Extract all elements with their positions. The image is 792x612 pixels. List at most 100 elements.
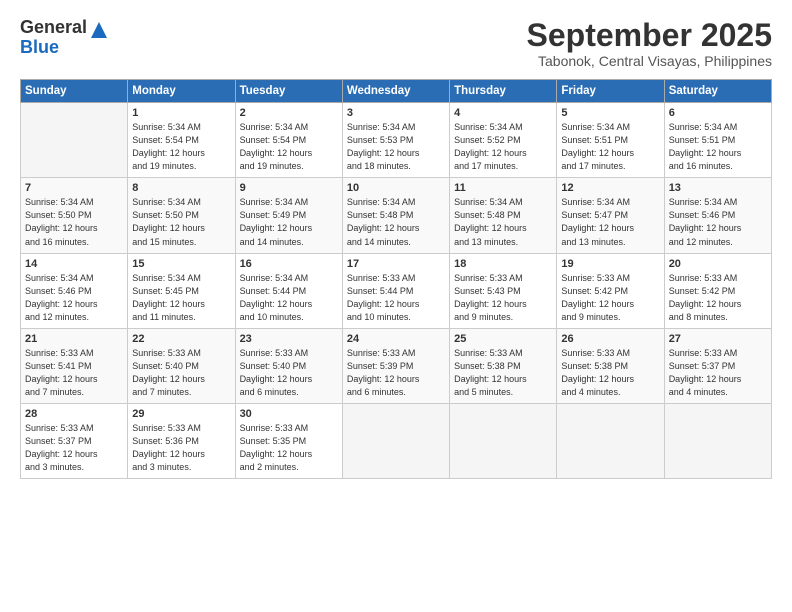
day-info: Sunrise: 5:34 AMSunset: 5:51 PMDaylight:… [669, 121, 767, 173]
header-sunday: Sunday [21, 80, 128, 103]
day-info: Sunrise: 5:33 AMSunset: 5:38 PMDaylight:… [561, 347, 659, 399]
location: Tabonok, Central Visayas, Philippines [527, 53, 772, 69]
calendar-cell: 13 Sunrise: 5:34 AMSunset: 5:46 PMDayligh… [664, 178, 771, 253]
calendar-cell: 21 Sunrise: 5:33 AMSunset: 5:41 PMDayligh… [21, 328, 128, 403]
day-number: 19 [561, 258, 659, 270]
logo-general: General [20, 18, 87, 38]
calendar-cell: 27 Sunrise: 5:33 AMSunset: 5:37 PMDayligh… [664, 328, 771, 403]
calendar-cell: 24 Sunrise: 5:33 AMSunset: 5:39 PMDayligh… [342, 328, 449, 403]
calendar-cell: 3 Sunrise: 5:34 AMSunset: 5:53 PMDaylight… [342, 103, 449, 178]
day-info: Sunrise: 5:34 AMSunset: 5:46 PMDaylight:… [25, 272, 123, 324]
day-info: Sunrise: 5:34 AMSunset: 5:50 PMDaylight:… [25, 196, 123, 248]
calendar-cell: 12 Sunrise: 5:34 AMSunset: 5:47 PMDayligh… [557, 178, 664, 253]
title-block: September 2025 Tabonok, Central Visayas,… [527, 18, 772, 69]
day-info: Sunrise: 5:33 AMSunset: 5:41 PMDaylight:… [25, 347, 123, 399]
day-info: Sunrise: 5:33 AMSunset: 5:40 PMDaylight:… [132, 347, 230, 399]
day-number: 13 [669, 182, 767, 194]
day-info: Sunrise: 5:34 AMSunset: 5:54 PMDaylight:… [240, 121, 338, 173]
day-info: Sunrise: 5:33 AMSunset: 5:36 PMDaylight:… [132, 422, 230, 474]
day-number: 10 [347, 182, 445, 194]
calendar-cell: 29 Sunrise: 5:33 AMSunset: 5:36 PMDayligh… [128, 403, 235, 478]
calendar-cell: 14 Sunrise: 5:34 AMSunset: 5:46 PMDayligh… [21, 253, 128, 328]
day-number: 18 [454, 258, 552, 270]
day-number: 4 [454, 107, 552, 119]
calendar-cell: 8 Sunrise: 5:34 AMSunset: 5:50 PMDaylight… [128, 178, 235, 253]
day-info: Sunrise: 5:33 AMSunset: 5:39 PMDaylight:… [347, 347, 445, 399]
day-info: Sunrise: 5:34 AMSunset: 5:51 PMDaylight:… [561, 121, 659, 173]
calendar-header-row: SundayMondayTuesdayWednesdayThursdayFrid… [21, 80, 772, 103]
day-info: Sunrise: 5:33 AMSunset: 5:37 PMDaylight:… [669, 347, 767, 399]
calendar-cell: 7 Sunrise: 5:34 AMSunset: 5:50 PMDaylight… [21, 178, 128, 253]
day-info: Sunrise: 5:33 AMSunset: 5:44 PMDaylight:… [347, 272, 445, 324]
logo-icon [89, 20, 109, 40]
day-number: 17 [347, 258, 445, 270]
day-info: Sunrise: 5:34 AMSunset: 5:44 PMDaylight:… [240, 272, 338, 324]
calendar-cell: 1Sunrise: 5:34 AMSunset: 5:54 PMDaylight… [128, 103, 235, 178]
calendar-cell [557, 403, 664, 478]
calendar-cell: 16 Sunrise: 5:34 AMSunset: 5:44 PMDayligh… [235, 253, 342, 328]
day-number: 24 [347, 333, 445, 345]
day-number: 20 [669, 258, 767, 270]
day-number: 29 [132, 408, 230, 420]
header-monday: Monday [128, 80, 235, 103]
calendar-cell: 9Sunrise: 5:34 AMSunset: 5:49 PMDaylight… [235, 178, 342, 253]
logo: General Blue [20, 18, 109, 58]
day-info: Sunrise: 5:34 AMSunset: 5:48 PMDaylight:… [347, 196, 445, 248]
day-number: 6 [669, 107, 767, 119]
header-tuesday: Tuesday [235, 80, 342, 103]
calendar-week-5: 28 Sunrise: 5:33 AMSunset: 5:37 PMDayligh… [21, 403, 772, 478]
calendar-cell: 18 Sunrise: 5:33 AMSunset: 5:43 PMDayligh… [450, 253, 557, 328]
header-thursday: Thursday [450, 80, 557, 103]
calendar-cell [664, 403, 771, 478]
day-number: 26 [561, 333, 659, 345]
page-header: General Blue September 2025 Tabonok, Cen… [20, 18, 772, 69]
day-number: 23 [240, 333, 338, 345]
day-info: Sunrise: 5:33 AMSunset: 5:43 PMDaylight:… [454, 272, 552, 324]
day-number: 11 [454, 182, 552, 194]
calendar-cell: 6 Sunrise: 5:34 AMSunset: 5:51 PMDaylight… [664, 103, 771, 178]
day-number: 12 [561, 182, 659, 194]
day-number: 7 [25, 182, 123, 194]
day-number: 28 [25, 408, 123, 420]
calendar-week-3: 14 Sunrise: 5:34 AMSunset: 5:46 PMDayligh… [21, 253, 772, 328]
calendar-cell: 11Sunrise: 5:34 AMSunset: 5:48 PMDayligh… [450, 178, 557, 253]
day-info: Sunrise: 5:34 AMSunset: 5:50 PMDaylight:… [132, 196, 230, 248]
calendar-cell: 10 Sunrise: 5:34 AMSunset: 5:48 PMDayligh… [342, 178, 449, 253]
calendar-table: SundayMondayTuesdayWednesdayThursdayFrid… [20, 79, 772, 479]
calendar-cell: 15Sunrise: 5:34 AMSunset: 5:45 PMDayligh… [128, 253, 235, 328]
calendar-cell: 22Sunrise: 5:33 AMSunset: 5:40 PMDayligh… [128, 328, 235, 403]
calendar-cell: 23 Sunrise: 5:33 AMSunset: 5:40 PMDayligh… [235, 328, 342, 403]
day-number: 16 [240, 258, 338, 270]
calendar-cell: 28 Sunrise: 5:33 AMSunset: 5:37 PMDayligh… [21, 403, 128, 478]
day-number: 25 [454, 333, 552, 345]
day-info: Sunrise: 5:33 AMSunset: 5:42 PMDaylight:… [669, 272, 767, 324]
day-number: 8 [132, 182, 230, 194]
calendar-cell [21, 103, 128, 178]
day-info: Sunrise: 5:34 AMSunset: 5:46 PMDaylight:… [669, 196, 767, 248]
day-info: Sunrise: 5:33 AMSunset: 5:38 PMDaylight:… [454, 347, 552, 399]
day-info: Sunrise: 5:34 AMSunset: 5:47 PMDaylight:… [561, 196, 659, 248]
calendar-cell: 2 Sunrise: 5:34 AMSunset: 5:54 PMDaylight… [235, 103, 342, 178]
day-info: Sunrise: 5:33 AMSunset: 5:35 PMDaylight:… [240, 422, 338, 474]
calendar-week-2: 7 Sunrise: 5:34 AMSunset: 5:50 PMDaylight… [21, 178, 772, 253]
calendar-cell: 20 Sunrise: 5:33 AMSunset: 5:42 PMDayligh… [664, 253, 771, 328]
day-number: 5 [561, 107, 659, 119]
header-saturday: Saturday [664, 80, 771, 103]
month-title: September 2025 [527, 18, 772, 53]
day-number: 27 [669, 333, 767, 345]
calendar-cell [342, 403, 449, 478]
day-info: Sunrise: 5:34 AMSunset: 5:53 PMDaylight:… [347, 121, 445, 173]
calendar-cell: 17 Sunrise: 5:33 AMSunset: 5:44 PMDayligh… [342, 253, 449, 328]
logo-blue: Blue [20, 38, 87, 58]
day-number: 3 [347, 107, 445, 119]
day-info: Sunrise: 5:34 AMSunset: 5:45 PMDaylight:… [132, 272, 230, 324]
day-info: Sunrise: 5:33 AMSunset: 5:40 PMDaylight:… [240, 347, 338, 399]
day-number: 21 [25, 333, 123, 345]
day-info: Sunrise: 5:34 AMSunset: 5:54 PMDaylight:… [132, 121, 230, 173]
day-number: 14 [25, 258, 123, 270]
day-info: Sunrise: 5:33 AMSunset: 5:37 PMDaylight:… [25, 422, 123, 474]
calendar-cell: 5 Sunrise: 5:34 AMSunset: 5:51 PMDaylight… [557, 103, 664, 178]
calendar-cell: 4Sunrise: 5:34 AMSunset: 5:52 PMDaylight… [450, 103, 557, 178]
day-number: 2 [240, 107, 338, 119]
calendar-week-4: 21 Sunrise: 5:33 AMSunset: 5:41 PMDayligh… [21, 328, 772, 403]
